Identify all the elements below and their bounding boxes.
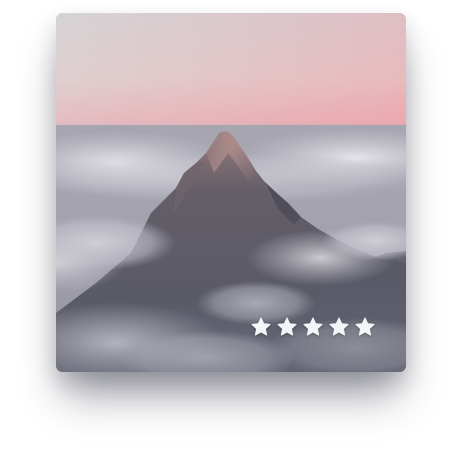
star-icon[interactable] (276, 316, 298, 338)
star-icon[interactable] (250, 316, 272, 338)
star-rating[interactable] (250, 316, 376, 338)
star-icon[interactable] (328, 316, 350, 338)
star-icon[interactable] (302, 316, 324, 338)
star-icon[interactable] (354, 316, 376, 338)
photo-card[interactable] (56, 13, 406, 372)
stage (0, 0, 462, 472)
